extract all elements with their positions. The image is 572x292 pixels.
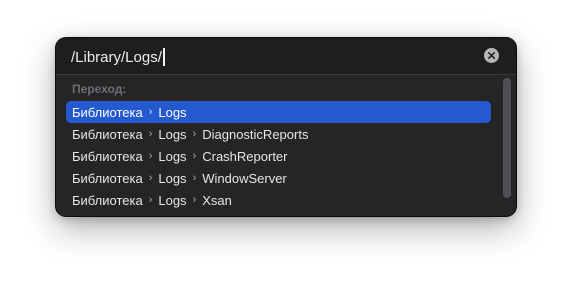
path-segment: CrashReporter [202, 148, 288, 164]
chevron-right-icon: › [192, 150, 197, 162]
suggestion-list[interactable]: Переход: Библиотека › Logs Библиотека › Logs ›… [56, 75, 516, 216]
path-segment: Библиотека [72, 148, 143, 164]
suggestion-row[interactable]: Библиотека › Logs › DiagnosticReports [66, 123, 491, 145]
path-segment: Библиотека [72, 104, 143, 120]
path-segment: Библиотека [72, 192, 143, 208]
path-input[interactable]: /Library/Logs/ [56, 38, 516, 75]
scrollbar-thumb[interactable] [503, 78, 511, 198]
path-segment: Logs [158, 148, 187, 164]
path-input-value: /Library/Logs/ [71, 48, 162, 66]
path-segment: Logs [158, 126, 187, 142]
suggestion-row[interactable]: Библиотека › Logs [66, 101, 491, 123]
suggestion-row[interactable]: Библиотека › Logs › CrashReporter [66, 145, 491, 167]
path-segment: Библиотека [72, 126, 143, 142]
chevron-right-icon: › [148, 194, 153, 206]
path-segment: WindowServer [202, 170, 287, 186]
go-to-folder-panel: /Library/Logs/ Переход: Библиотека › Logs Б… [56, 38, 516, 216]
path-segment: Logs [158, 104, 187, 120]
path-segment: Библиотека [72, 170, 143, 186]
chevron-right-icon: › [192, 194, 197, 206]
path-segment: DiagnosticReports [202, 126, 309, 142]
text-caret [162, 48, 165, 66]
chevron-right-icon: › [148, 150, 153, 162]
section-header: Переход: [72, 82, 127, 96]
xmark-icon [488, 52, 495, 59]
suggestion-row[interactable]: Библиотека › Logs › Xsan [66, 189, 491, 211]
path-segment: Xsan [202, 192, 232, 208]
clear-path-button[interactable] [484, 48, 499, 63]
path-segment: Logs [158, 170, 187, 186]
chevron-right-icon: › [148, 172, 153, 184]
chevron-right-icon: › [148, 106, 153, 118]
path-segment: Logs [158, 192, 187, 208]
suggestion-row[interactable]: Библиотека › Logs › WindowServer [66, 167, 491, 189]
chevron-right-icon: › [192, 128, 197, 140]
chevron-right-icon: › [148, 128, 153, 140]
chevron-right-icon: › [192, 172, 197, 184]
